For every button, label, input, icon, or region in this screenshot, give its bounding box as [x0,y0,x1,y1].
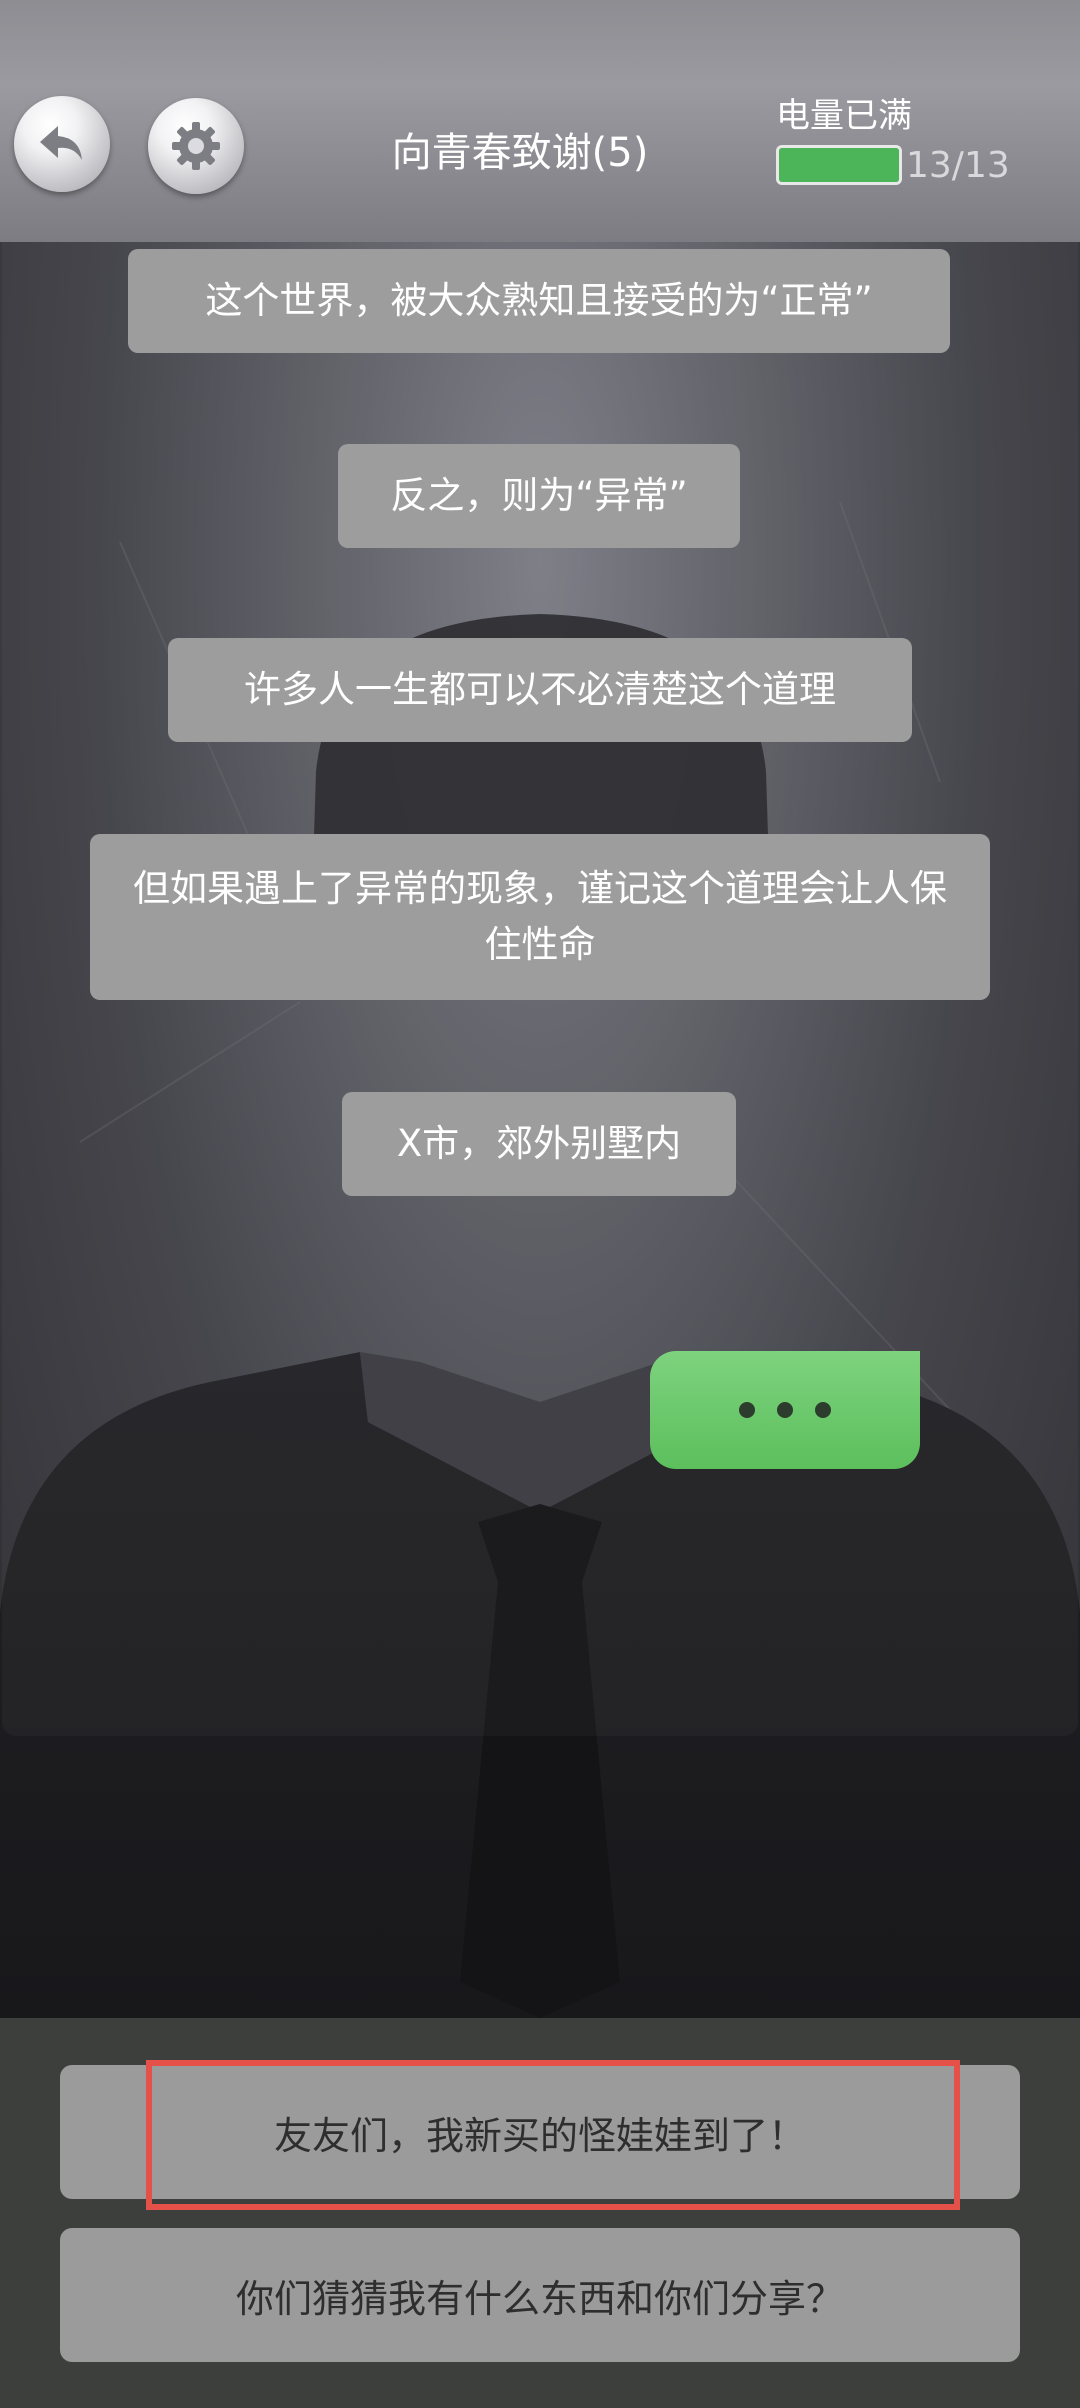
game-screen: 这个世界，被大众熟知且接受的为“正常” 反之，则为“异常” 许多人一生都可以不必… [0,0,1080,2408]
narration-bubble: 反之，则为“异常” [338,444,740,548]
narration-bubble: 这个世界，被大众熟知且接受的为“正常” [128,249,950,353]
choice-option-1[interactable]: 友友们，我新买的怪娃娃到了！ [60,2065,1020,2199]
typing-indicator [650,1351,920,1469]
typing-dot [815,1402,831,1418]
battery-bar [776,145,902,185]
back-arrow-icon [40,126,82,160]
settings-button[interactable] [148,98,244,194]
narration-bubble: 但如果遇上了异常的现象，谨记这个道理会让人保住性命 [90,834,990,1000]
story-stage: 这个世界，被大众熟知且接受的为“正常” 反之，则为“异常” 许多人一生都可以不必… [0,242,1080,2018]
chapter-title: 向青春致谢(5) [391,130,649,176]
typing-dot [739,1402,755,1418]
narration-bubble: 许多人一生都可以不必清楚这个道理 [168,638,912,742]
battery-count: 13/13 [906,145,1010,186]
top-bar: 向青春致谢(5) 电量已满 13/13 [0,0,1080,242]
choice-option-2[interactable]: 你们猜猜我有什么东西和你们分享？ [60,2228,1020,2362]
back-button[interactable] [14,96,110,192]
gear-icon [172,122,220,170]
battery-label: 电量已满 [776,96,912,136]
narration-bubble: X市，郊外别墅内 [342,1092,736,1196]
battery-fill [779,148,899,182]
typing-dot [777,1402,793,1418]
choice-panel: 友友们，我新买的怪娃娃到了！ 你们猜猜我有什么东西和你们分享？ [0,2018,1080,2408]
